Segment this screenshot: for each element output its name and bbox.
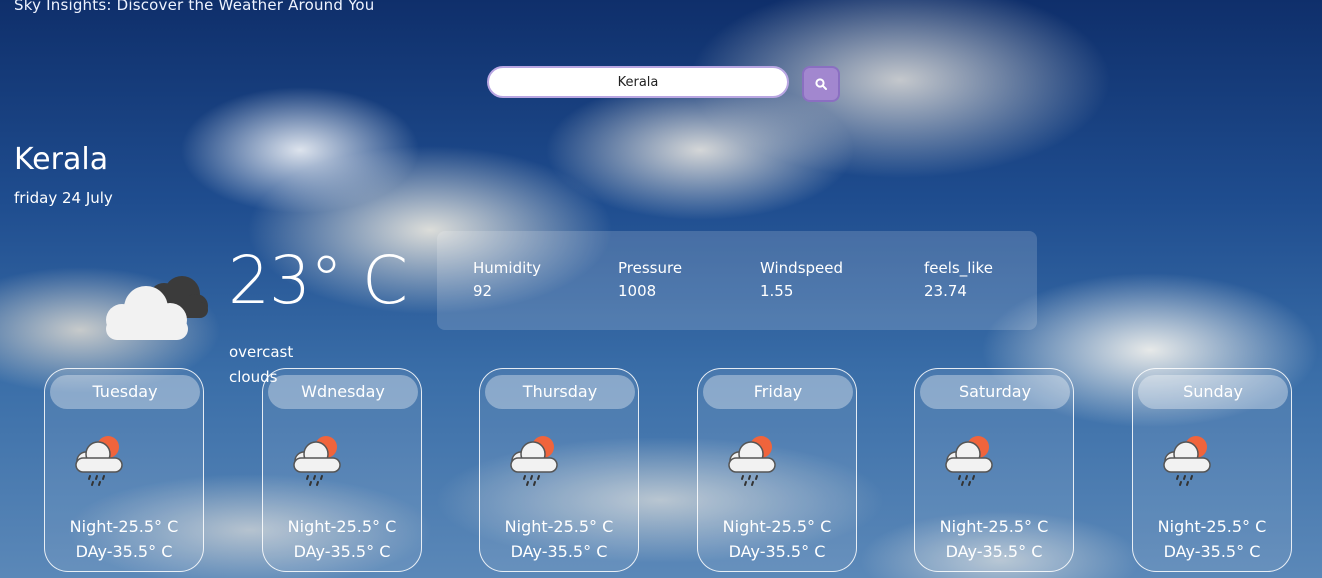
search-icon (815, 78, 827, 90)
forecast-day-label: Friday (703, 375, 853, 409)
stats-panel: Humidity 92 Pressure 1008 Windspeed 1.55… (437, 231, 1037, 330)
search-input[interactable] (487, 66, 789, 98)
forecast-night-temp: Night-25.5° C (69, 517, 179, 536)
stat-value: 23.74 (924, 282, 967, 300)
forecast-day-temp: DAy-35.5° C (945, 542, 1043, 561)
weather-app: Sky Insights: Discover the Weather Aroun… (0, 0, 1322, 578)
stat-label: feels_like (924, 259, 993, 277)
forecast-day-temp: DAy-35.5° C (1163, 542, 1261, 561)
forecast-night-temp: Night-25.5° C (722, 517, 832, 536)
rain-sun-cloud-icon (1163, 436, 1211, 486)
rain-sun-cloud-icon (75, 436, 123, 486)
forecast-card-wednesday[interactable]: Wdnesday Night-25.5° C DAy-35.5° C (262, 368, 422, 572)
forecast-day-temp: DAy-35.5° C (510, 542, 608, 561)
stat-value: 92 (473, 282, 493, 300)
forecast-day-temp: DAy-35.5° C (728, 542, 826, 561)
forecast-night-temp: Night-25.5° C (939, 517, 1049, 536)
cloudy-icon (106, 276, 208, 340)
rain-sun-cloud-icon (945, 436, 993, 486)
forecast-card-tuesday[interactable]: Tuesday Night-25.5° C DAy-35.5° C (44, 368, 204, 572)
forecast-card-friday[interactable]: Friday Night-25.5° C DAy-35.5° C (697, 368, 857, 572)
rain-sun-cloud-icon (293, 436, 341, 486)
forecast-day-temp: DAy-35.5° C (293, 542, 391, 561)
stat-humidity: Humidity 92 (473, 259, 541, 300)
forecast-card-sunday[interactable]: Sunday Night-25.5° C DAy-35.5° C (1132, 368, 1292, 572)
stat-windspeed: Windspeed 1.55 (760, 259, 843, 300)
forecast-card-saturday[interactable]: Saturday Night-25.5° C DAy-35.5° C (914, 368, 1074, 572)
rain-sun-cloud-icon (728, 436, 776, 486)
forecast-night-temp: Night-25.5° C (504, 517, 614, 536)
search-button[interactable] (802, 66, 840, 102)
forecast-day-label: Sunday (1138, 375, 1288, 409)
stat-label: Pressure (618, 259, 683, 277)
forecast-card-thursday[interactable]: Thursday Night-25.5° C DAy-35.5° C (479, 368, 639, 572)
forecast-night-temp: Night-25.5° C (1157, 517, 1267, 536)
forecast-day-label: Tuesday (50, 375, 200, 409)
forecast-night-temp: Night-25.5° C (287, 517, 397, 536)
stat-feels-like: feels_like 23.74 (924, 259, 993, 300)
forecast-day-label: Wdnesday (268, 375, 418, 409)
rain-sun-cloud-icon (510, 436, 558, 486)
stat-pressure: Pressure 1008 (618, 259, 682, 300)
stat-value: 1008 (618, 282, 657, 300)
current-temperature: 23° C (228, 242, 408, 319)
stat-label: Humidity (473, 259, 542, 277)
current-date: friday 24 July (14, 189, 113, 207)
forecast-day-label: Thursday (485, 375, 635, 409)
stat-label: Windspeed (760, 259, 844, 277)
city-name: Kerala (14, 142, 109, 177)
page-title: Sky Insights: Discover the Weather Aroun… (14, 0, 375, 14)
stat-value: 1.55 (760, 282, 794, 300)
forecast-day-temp: DAy-35.5° C (75, 542, 173, 561)
forecast-day-label: Saturday (920, 375, 1070, 409)
